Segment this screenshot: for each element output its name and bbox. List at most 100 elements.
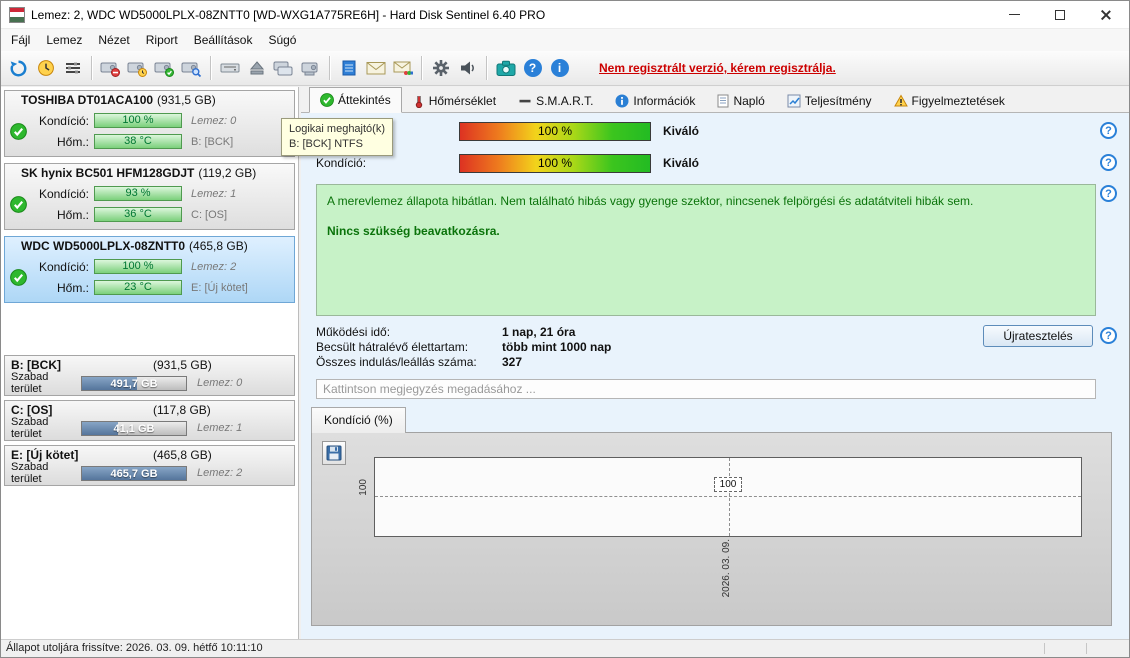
disk-number: Lemez: 2 bbox=[191, 260, 237, 273]
statusbar-separator bbox=[1086, 643, 1087, 654]
main-panel: Áttekintés Hőmérséklet S.M.A.R.T. Inform… bbox=[301, 87, 1129, 639]
report-button[interactable] bbox=[335, 55, 362, 82]
disk-analyze-button[interactable] bbox=[178, 55, 205, 82]
tab-label: Információk bbox=[633, 94, 696, 108]
condition-chart: 100 100 2026. 03. 09. bbox=[311, 432, 1112, 626]
condition-label: Kondíció: bbox=[38, 259, 89, 274]
minimize-icon bbox=[1008, 14, 1020, 15]
condition-help-icon[interactable]: ? bbox=[1100, 154, 1117, 171]
refresh-button[interactable] bbox=[5, 55, 32, 82]
chart-save-button[interactable] bbox=[322, 441, 346, 465]
settings-button[interactable] bbox=[427, 55, 454, 82]
partition-item-b[interactable]: B: [BCK] (931,5 GB) Szabad terület 491,7 … bbox=[4, 355, 295, 396]
retest-button[interactable]: Újratesztelés bbox=[983, 325, 1093, 347]
condition-label: Kondíció: bbox=[316, 156, 367, 170]
disk-size: (465,8 GB) bbox=[189, 239, 248, 253]
display-config-button[interactable] bbox=[59, 55, 86, 82]
menu-view[interactable]: Nézet bbox=[90, 30, 137, 50]
screenshot-button[interactable] bbox=[492, 55, 519, 82]
retest-help-icon[interactable]: ? bbox=[1100, 327, 1117, 344]
statusbar: Állapot utoljára frissítve: 2026. 03. 09… bbox=[1, 639, 1129, 657]
menu-settings[interactable]: Beállítások bbox=[186, 30, 261, 50]
condition-bar: 100 % bbox=[94, 259, 182, 274]
partition-item-c[interactable]: C: [OS] (117,8 GB) Szabad terület 41,1 GB… bbox=[4, 400, 295, 441]
comment-input[interactable] bbox=[316, 379, 1096, 399]
partition-item-e[interactable]: E: [Új kötet] (465,8 GB) Szabad terület 4… bbox=[4, 445, 295, 486]
partition-size: (931,5 GB) bbox=[153, 358, 212, 372]
save-floppy-icon bbox=[326, 445, 342, 461]
disk-name: SK hynix BC501 HFM128GDJT bbox=[21, 166, 195, 180]
sound-button[interactable] bbox=[454, 55, 481, 82]
mail-button[interactable] bbox=[362, 55, 389, 82]
disk-item-wdc-selected[interactable]: WDC WD5000LPLX-08ZNTT0 (465,8 GB) Kondíci… bbox=[4, 236, 295, 303]
free-space-label: Szabad terület bbox=[11, 416, 49, 440]
temperature-label: Hőm.: bbox=[56, 134, 89, 149]
free-space-bar: 491,7 GB bbox=[81, 375, 187, 391]
disk-item-toshiba[interactable]: TOSHIBA DT01ACA100 (931,5 GB) Kondíció: 10… bbox=[4, 90, 295, 157]
temperature-bar: 36 °C bbox=[94, 207, 182, 222]
disk-search-icon bbox=[181, 62, 202, 77]
performance-help-icon[interactable]: ? bbox=[1100, 122, 1117, 139]
tab-temperature[interactable]: Hőmérséklet bbox=[402, 89, 507, 112]
health-status-box: A merevlemez állapota hibátlan. Nem talá… bbox=[316, 184, 1096, 316]
disk-name: TOSHIBA DT01ACA100 bbox=[21, 93, 154, 107]
minimize-button[interactable] bbox=[991, 1, 1037, 28]
cdrom-button[interactable] bbox=[216, 55, 243, 82]
stats-block: Működési idő: 1 nap, 21 óra Becsült hátra… bbox=[316, 325, 611, 370]
register-link[interactable]: Nem regisztrált verzió, kérem regisztrál… bbox=[599, 61, 836, 75]
disk-copy-icon bbox=[273, 61, 293, 75]
free-space-bar: 41,1 GB bbox=[81, 420, 187, 436]
close-button[interactable] bbox=[1083, 1, 1129, 28]
disk-remove-button[interactable] bbox=[97, 55, 124, 82]
toolbar: ? i Nem regisztrált verzió, kérem regisz… bbox=[1, 51, 1129, 86]
disk-item-skhynix[interactable]: SK hynix BC501 HFM128GDJT (119,2 GB) Kond… bbox=[4, 163, 295, 230]
tab-alerts[interactable]: Figyelmeztetések bbox=[883, 89, 1016, 112]
volume-label: C: [OS] bbox=[191, 208, 228, 221]
menubar: Fájl Lemez Nézet Riport Beállítások Súgó bbox=[1, 29, 1129, 51]
schedule-alert-button[interactable] bbox=[32, 55, 59, 82]
drive-tooltip: Logikai meghajtó(k) B: [BCK] NTFS bbox=[281, 118, 393, 156]
refresh-icon bbox=[10, 60, 27, 76]
menu-help[interactable]: Súgó bbox=[260, 30, 304, 50]
help-button[interactable]: ? bbox=[519, 55, 546, 82]
free-space-value: 491,7 GB bbox=[110, 377, 158, 390]
free-space-bar: 465,7 GB bbox=[81, 465, 187, 481]
stat-label: Becsült hátralévő élettartam: bbox=[316, 340, 469, 354]
disk-test-button[interactable] bbox=[151, 55, 178, 82]
disk-number: Lemez: 1 bbox=[197, 422, 243, 434]
free-space-value: 465,7 GB bbox=[110, 467, 158, 480]
menu-report[interactable]: Riport bbox=[138, 30, 186, 50]
disk-name: WDC WD5000LPLX-08ZNTT0 bbox=[21, 239, 186, 253]
warning-icon bbox=[893, 94, 908, 107]
tab-label: Napló bbox=[733, 94, 765, 108]
volume-label: B: [BCK] bbox=[191, 135, 234, 148]
tab-information[interactable]: Információk bbox=[604, 89, 706, 112]
tabbar: Áttekintés Hőmérséklet S.M.A.R.T. Inform… bbox=[301, 87, 1129, 113]
maximize-button[interactable] bbox=[1037, 1, 1083, 28]
chart-icon bbox=[787, 94, 801, 108]
status-help-icon[interactable]: ? bbox=[1100, 185, 1117, 202]
menu-file[interactable]: Fájl bbox=[3, 30, 38, 50]
tab-performance[interactable]: Teljesítmény bbox=[776, 89, 883, 112]
info-button[interactable]: i bbox=[546, 55, 573, 82]
condition-meter: 100 % bbox=[459, 153, 651, 173]
notepad-icon bbox=[342, 60, 355, 76]
disk-copy-button[interactable] bbox=[270, 55, 297, 82]
tab-log[interactable]: Napló bbox=[706, 89, 775, 112]
disk-archive-button[interactable] bbox=[297, 55, 324, 82]
toolbar-separator bbox=[421, 56, 422, 80]
tab-smart[interactable]: S.M.A.R.T. bbox=[507, 89, 604, 112]
disk-schedule-button[interactable] bbox=[124, 55, 151, 82]
chart-tab-condition[interactable]: Kondíció (%) bbox=[311, 407, 406, 433]
eject-button[interactable] bbox=[243, 55, 270, 82]
disk-number: Lemez: 1 bbox=[191, 187, 237, 200]
tab-overview[interactable]: Áttekintés bbox=[309, 87, 402, 113]
stat-label: Összes indulás/leállás száma: bbox=[316, 355, 477, 369]
disk-remove-icon bbox=[100, 62, 120, 77]
mail-config-button[interactable] bbox=[389, 55, 416, 82]
menu-disk[interactable]: Lemez bbox=[38, 30, 90, 50]
partition-name: B: [BCK] bbox=[11, 358, 61, 372]
tooltip-line1: Logikai meghajtó(k) bbox=[289, 123, 385, 135]
condition-row: Kondíció: 100 % Kiváló bbox=[316, 153, 699, 173]
